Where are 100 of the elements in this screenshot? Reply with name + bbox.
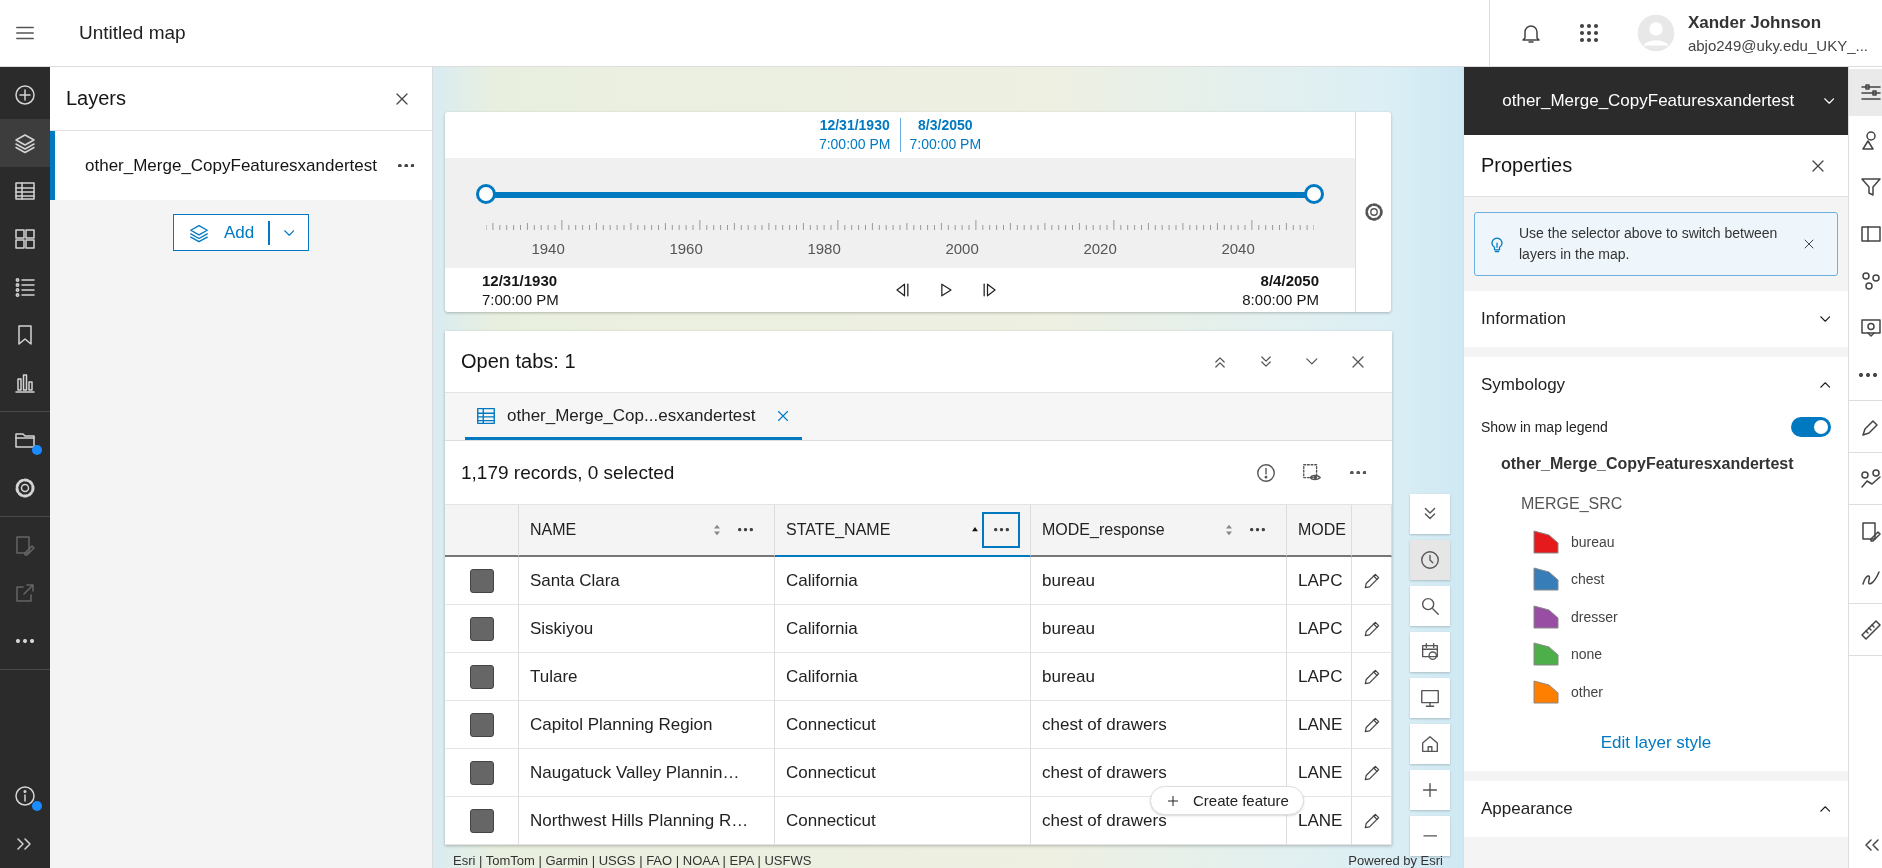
layer-item[interactable]: other_Merge_CopyFeaturesxandertest: [50, 131, 432, 200]
panel-title: Open tabs: 1: [461, 350, 577, 373]
tick-label: 1940: [531, 240, 565, 257]
map-title: Untitled map: [79, 22, 187, 44]
create-feature-button[interactable]: Create feature: [1150, 786, 1304, 815]
table-cell: Santa Clara: [519, 557, 775, 605]
table-cell: chest of drawers: [1031, 701, 1287, 749]
record-count: 1,179 records, 0 selected: [461, 461, 676, 484]
table-cell: Capitol Planning Region: [519, 701, 775, 749]
chevron-up-icon: [1819, 382, 1830, 388]
legend-label: bureau: [1571, 533, 1615, 550]
powered-by-text: Powered by Esri: [1348, 853, 1443, 868]
legend-label: none: [1571, 646, 1603, 663]
more-icon: [16, 639, 34, 643]
tick-label: 2040: [1221, 240, 1255, 257]
table-cell: California: [775, 605, 1031, 653]
zoom-out-icon: [1422, 834, 1438, 838]
panel-title: Layers: [66, 87, 127, 110]
chevron-down-icon: [283, 229, 295, 236]
map-pencil-icon: [13, 533, 37, 557]
layers-button[interactable]: [0, 119, 50, 167]
column-header[interactable]: NAME: [519, 505, 775, 557]
table-cell: bureau: [1031, 605, 1287, 653]
analysis-icon: [1859, 466, 1882, 491]
layers-icon: [13, 131, 37, 155]
section-header[interactable]: Information: [1464, 291, 1848, 347]
start-date-label: 12/31/1930 7:00:00 PM: [482, 271, 559, 309]
chevron-down-icon: [1819, 316, 1830, 322]
layer-selector[interactable]: other_Merge_CopyFeaturesxandertest: [1464, 67, 1848, 135]
chevron-down-icon: [1306, 358, 1318, 365]
double-chevron-down-button[interactable]: [1410, 494, 1450, 534]
clock-icon: [1419, 549, 1441, 571]
search-button[interactable]: [1410, 586, 1450, 626]
chevron-up-icon: [1819, 805, 1830, 812]
end-date-label: 8/4/2050 8:00:00 PM: [1242, 271, 1319, 309]
home-icon: [1419, 733, 1441, 755]
notice-text: Use the selector above to switch between layers in the map.: [1519, 224, 1779, 264]
row-select-handle[interactable]: [469, 616, 494, 641]
section-header[interactable]: Symbology: [1464, 357, 1848, 413]
search-icon: [1419, 595, 1441, 617]
map-attribution: Esri | TomTom | Garmin | USGS | FAO | NOAA | EPA | USFWS: [453, 853, 812, 868]
row-select-handle[interactable]: [469, 712, 494, 737]
plus-circle-icon: [13, 83, 37, 107]
table-cell: Northwest Hills Planning R…: [519, 797, 775, 845]
user-name: Xander Johnson: [1687, 12, 1823, 33]
more-icon: [993, 528, 1009, 532]
tick-label: 2020: [1083, 240, 1117, 257]
range-end-label: 8/3/2050 7:00:00 PM: [908, 116, 983, 154]
share-icon: [13, 581, 37, 605]
table-cell: California: [775, 653, 1031, 701]
table-cell: bureau: [1031, 557, 1287, 605]
column-header[interactable]: MODE: [1287, 505, 1352, 557]
row-select-handle[interactable]: [469, 808, 494, 833]
column-header[interactable]: MODE_response: [1031, 505, 1287, 557]
grid-squares-icon: [13, 227, 37, 251]
add-button[interactable]: Add: [173, 215, 269, 250]
column-menu-button[interactable]: [982, 512, 1020, 548]
printer-button[interactable]: [1410, 632, 1450, 672]
legend-label: dresser: [1571, 608, 1618, 625]
row-select-handle[interactable]: [469, 664, 494, 689]
table-cell: Connecticut: [775, 749, 1031, 797]
legend-label: chest: [1571, 571, 1605, 588]
alert-circle-icon: [1255, 461, 1277, 484]
table-cell: LAPC: [1287, 653, 1352, 701]
legend-field-name: MERGE_SRC: [1521, 495, 1624, 513]
tick-label: 1960: [669, 240, 703, 257]
ruler-icon: [1859, 617, 1882, 642]
row-select-handle[interactable]: [469, 568, 494, 593]
home-button[interactable]: [1410, 724, 1450, 764]
info-icon: [13, 784, 37, 808]
more-icon: [397, 163, 415, 168]
settings-icon: [13, 476, 37, 500]
monitor-icon: [1419, 687, 1441, 709]
printer-icon: [1419, 641, 1441, 663]
table-cell: bureau: [1031, 653, 1287, 701]
table-cell: LANE: [1287, 701, 1352, 749]
range-start-label: 12/31/1930 7:00:00 PM: [817, 116, 892, 154]
chevron-down-icon: [1823, 98, 1834, 104]
settings-button[interactable]: [1362, 201, 1385, 223]
slider-handle[interactable]: [1304, 184, 1324, 204]
sliders-button[interactable]: [1849, 69, 1882, 116]
table-cell: LAPC: [1287, 557, 1352, 605]
legend-toggle[interactable]: [1791, 417, 1831, 437]
list-icon: [13, 275, 37, 299]
row-select-handle[interactable]: [469, 760, 494, 785]
table-cell: Siskiyou: [519, 605, 775, 653]
zoom-in-button[interactable]: [1410, 770, 1450, 810]
table-cell: Naugatuck Valley Plannin…: [519, 749, 775, 797]
more-icon: [1859, 372, 1877, 377]
table-icon: [13, 179, 37, 203]
edit-layer-style-link[interactable]: Edit layer style: [1600, 732, 1712, 753]
tick-label: 1980: [807, 240, 841, 257]
tick-label: 2000: [945, 240, 979, 257]
column-header[interactable]: STATE_NAME: [775, 505, 1031, 557]
monitor-button[interactable]: [1410, 678, 1450, 718]
table-cell: California: [775, 557, 1031, 605]
table-cell: Tulare: [519, 653, 775, 701]
slider-handle[interactable]: [476, 184, 496, 204]
section-header[interactable]: Appearance: [1464, 780, 1848, 837]
clock-button[interactable]: [1410, 540, 1450, 580]
